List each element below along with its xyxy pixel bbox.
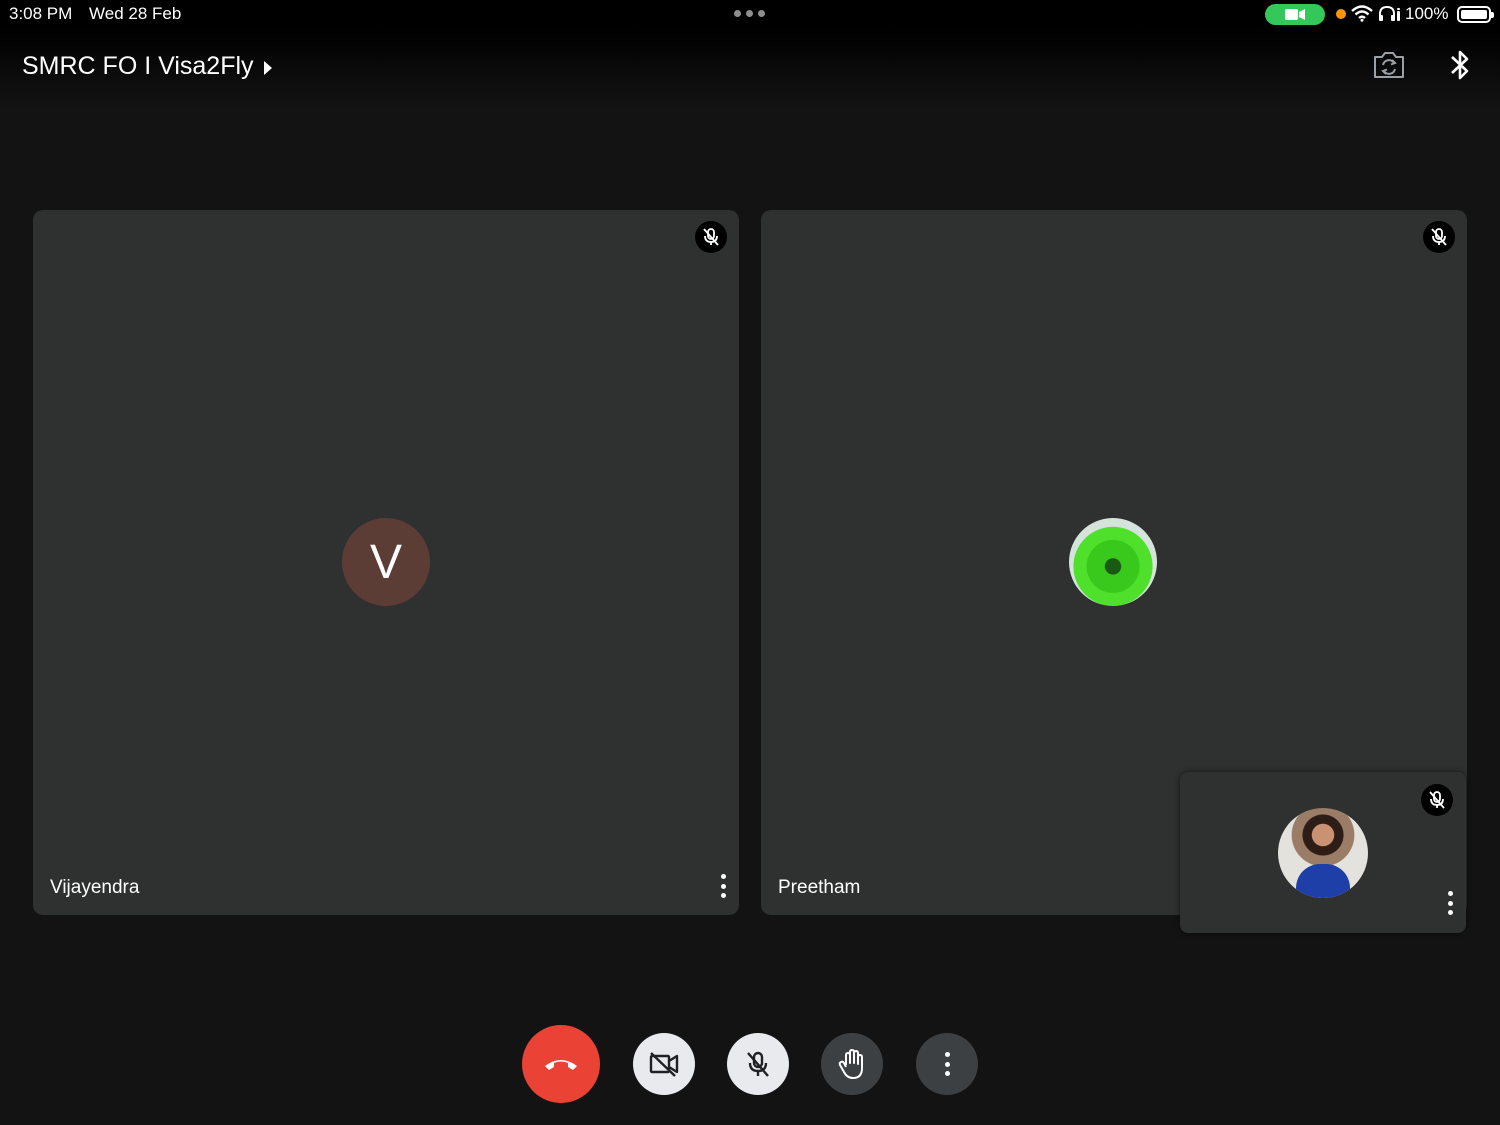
meeting-title: SMRC FO I Visa2Fly: [22, 52, 254, 80]
status-date: Wed 28 Feb: [89, 4, 182, 23]
mic-off-icon: [1423, 221, 1455, 253]
chevron-right-icon: [263, 60, 272, 75]
camera-toggle-button[interactable]: [633, 1033, 695, 1095]
wifi-icon: [1351, 5, 1373, 22]
status-bar: 3:08 PM Wed 28 Feb 100%: [0, 0, 1500, 28]
hand-icon: [838, 1049, 863, 1079]
camera-in-use-icon: [1265, 4, 1325, 25]
battery-percent: 100%: [1405, 4, 1449, 23]
mic-off-icon: [1421, 784, 1453, 816]
bluetooth-icon[interactable]: [1448, 48, 1472, 82]
avatar: [1069, 518, 1157, 606]
self-avatar: [1278, 808, 1368, 898]
headphones-icon: [1379, 5, 1400, 21]
more-vert-icon: [943, 1052, 951, 1076]
more-options-button[interactable]: [916, 1033, 978, 1095]
mic-off-icon: [747, 1051, 769, 1077]
participant-name: Preetham: [778, 877, 861, 898]
raise-hand-button[interactable]: [821, 1033, 883, 1095]
participant-tile[interactable]: V Vijayendra: [33, 210, 739, 915]
participant-name: Vijayendra: [50, 877, 140, 898]
mic-off-icon: [695, 221, 727, 253]
call-controls: [0, 1024, 1500, 1104]
end-call-button[interactable]: [522, 1025, 600, 1103]
mic-toggle-button[interactable]: [727, 1033, 789, 1095]
self-view-tile[interactable]: [1180, 772, 1466, 933]
phone-hangup-icon: [545, 1060, 577, 1070]
switch-camera-icon[interactable]: [1372, 50, 1406, 80]
more-vert-icon[interactable]: [1444, 891, 1456, 915]
multitasking-dots-icon[interactable]: [734, 10, 765, 17]
more-vert-icon[interactable]: [717, 874, 729, 898]
meeting-title-button[interactable]: SMRC FO I Visa2Fly: [22, 52, 272, 81]
status-time: 3:08 PM: [9, 4, 73, 23]
avatar: V: [342, 518, 430, 606]
privacy-indicator-icon: [1336, 9, 1346, 19]
video-off-icon: [649, 1052, 679, 1077]
battery-icon: [1457, 6, 1494, 23]
call-header: SMRC FO I Visa2Fly: [0, 28, 1500, 108]
